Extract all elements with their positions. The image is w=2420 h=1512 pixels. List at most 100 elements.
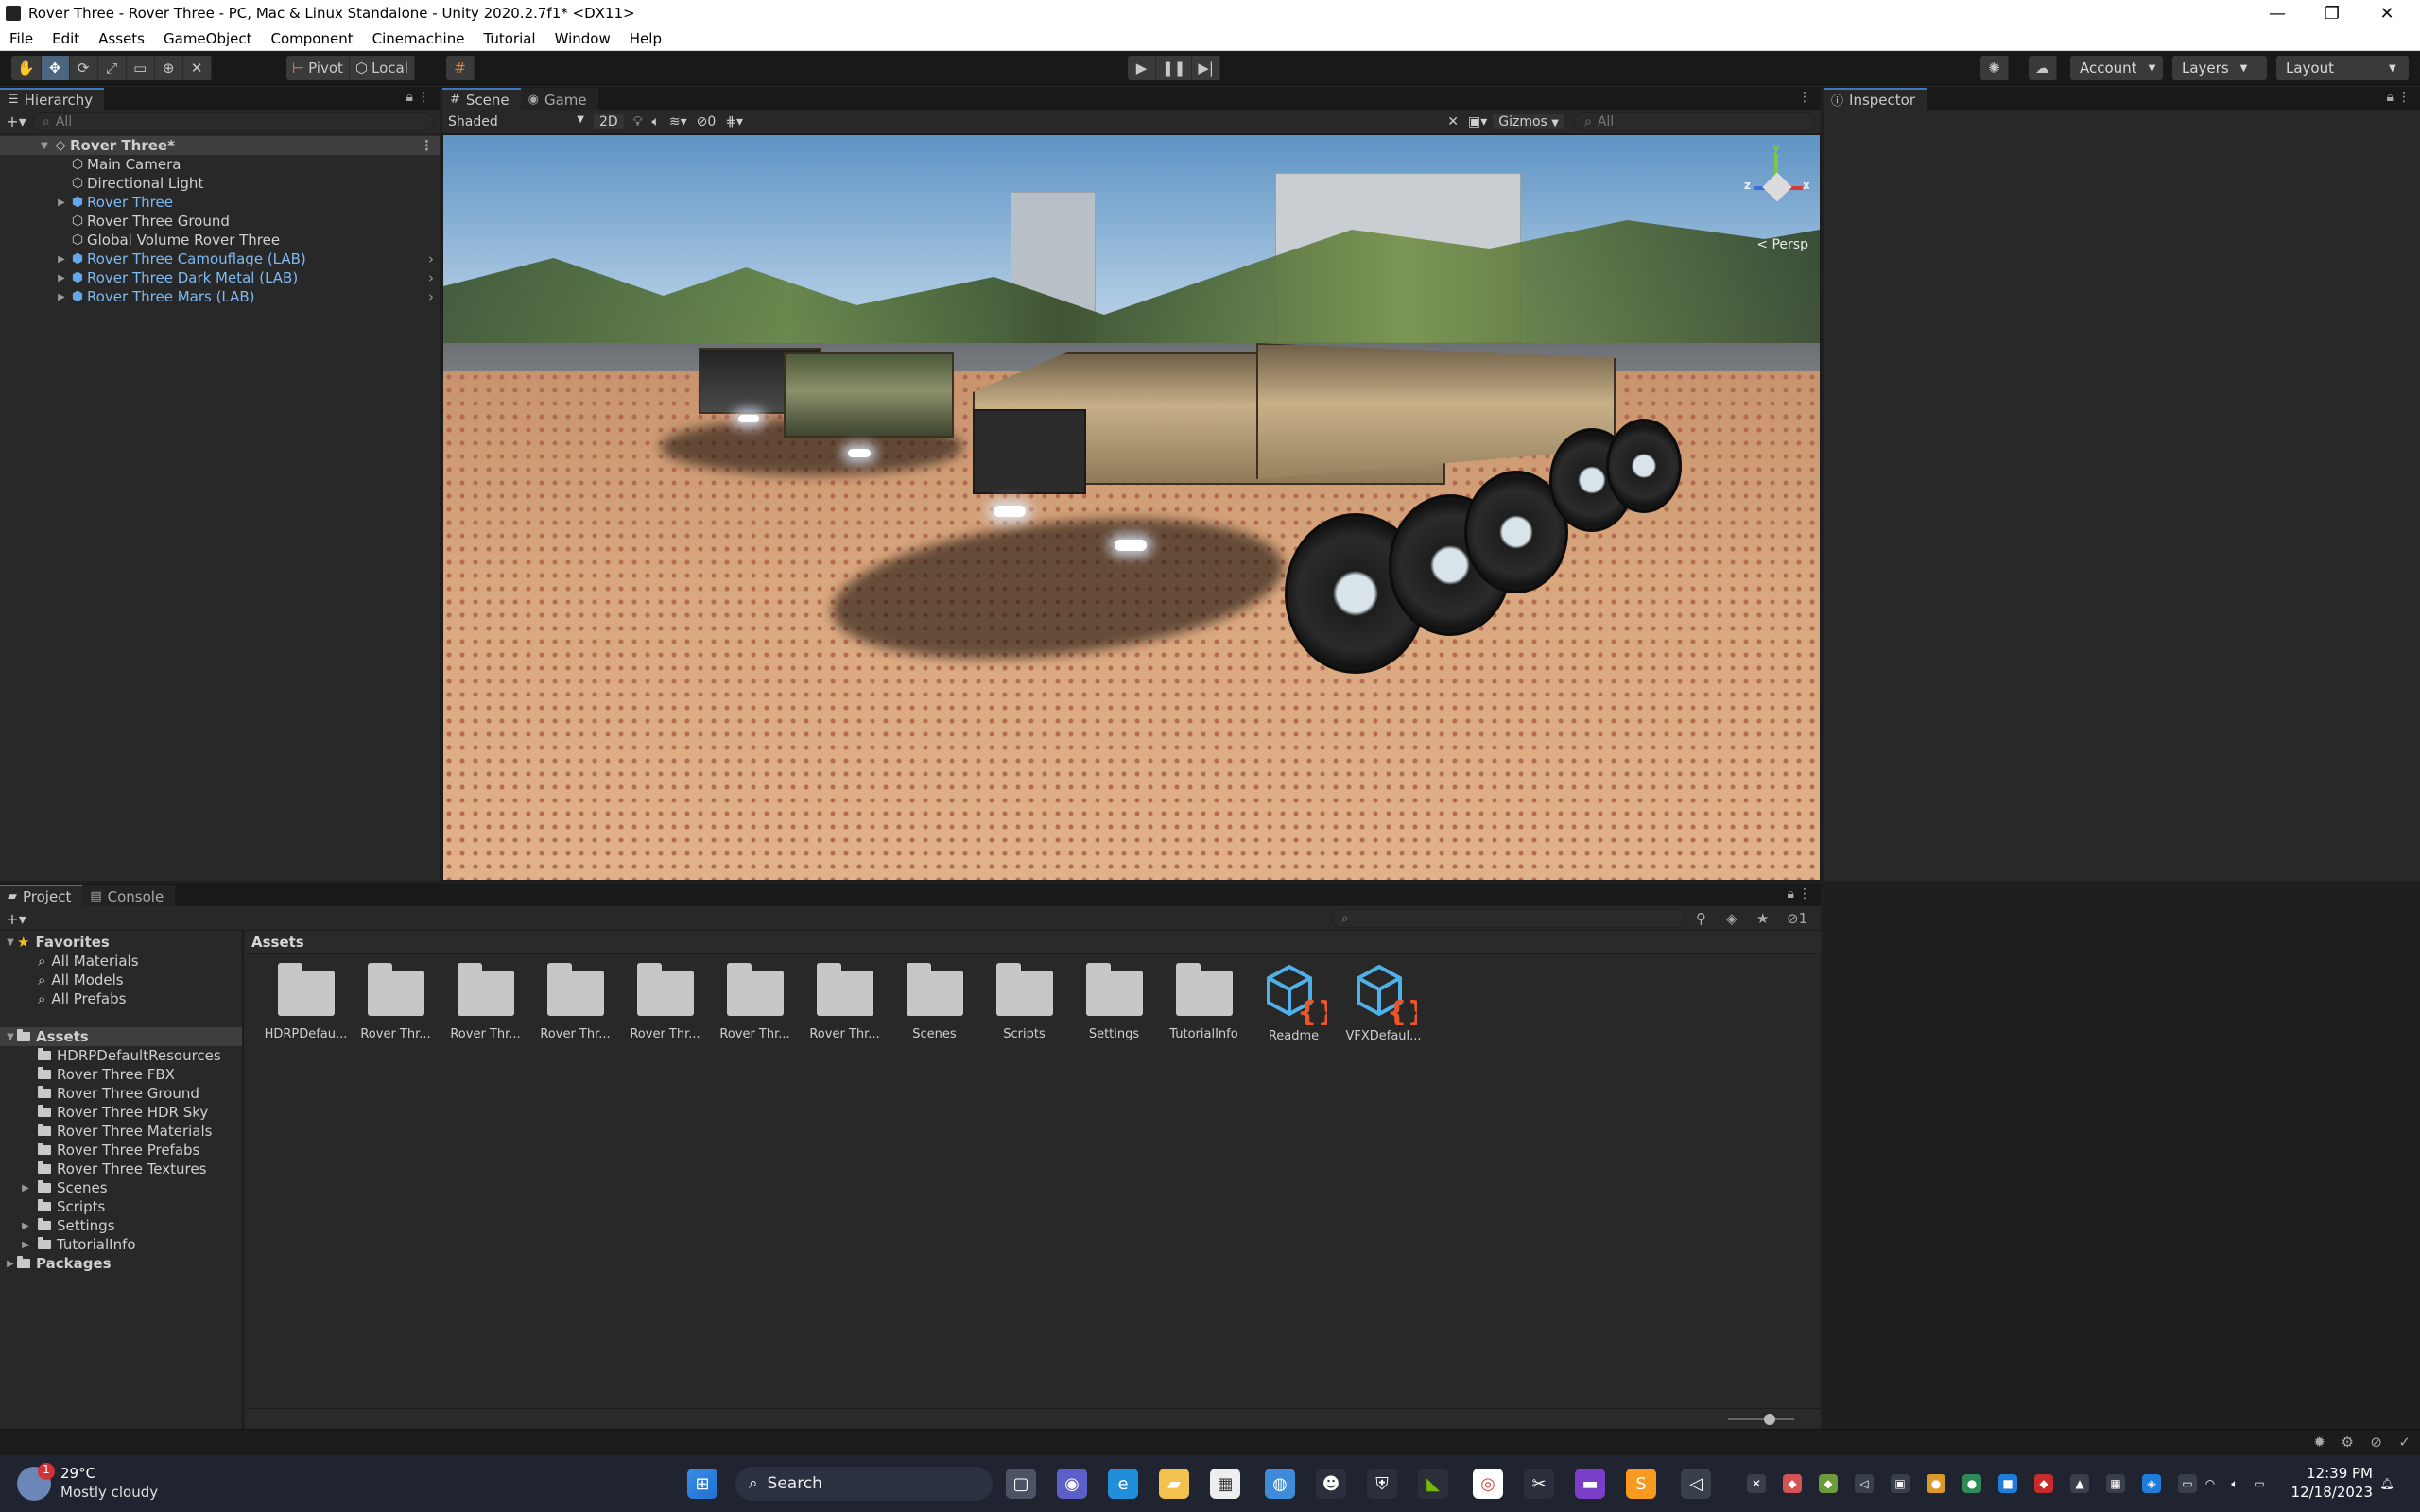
xbox-icon[interactable]: ✕ bbox=[1747, 1474, 1766, 1493]
close-button[interactable]: ✕ bbox=[2360, 0, 2414, 26]
asset-file-tile[interactable]: {} VFXDefaul... bbox=[1339, 963, 1428, 1043]
hierarchy-item-prefab[interactable]: ▶ ⬢ Rover Three bbox=[0, 193, 440, 212]
gizmo-cube[interactable] bbox=[1762, 172, 1792, 202]
breadcrumb-assets[interactable]: Assets bbox=[251, 934, 304, 951]
grid-snap-icon[interactable]: # bbox=[446, 56, 475, 80]
assets-section[interactable]: ▼ Assets bbox=[0, 1027, 242, 1046]
asset-folder[interactable]: Rover Three FBX bbox=[0, 1065, 242, 1084]
tray-app-icon[interactable]: ▦ bbox=[2106, 1474, 2125, 1493]
scene-row[interactable]: ▼ ◇ Rover Three* ⋮ bbox=[0, 136, 440, 155]
expand-arrow-icon[interactable]: ▼ bbox=[4, 937, 17, 948]
start-button[interactable]: ⊞ bbox=[687, 1469, 717, 1499]
asset-folder-tile[interactable]: TutorialInfo bbox=[1159, 963, 1249, 1043]
hierarchy-item[interactable]: ⬡ Main Camera bbox=[0, 155, 440, 174]
hierarchy-item-prefab[interactable]: ▶ ⬢ Rover Three Camouflage (LAB) › bbox=[0, 249, 440, 268]
asset-folder-tile[interactable]: Rover Thr... bbox=[441, 963, 530, 1043]
search-by-type-icon[interactable]: ⚲ bbox=[1696, 910, 1706, 927]
clock-time[interactable]: 12:39 PM bbox=[2288, 1465, 2373, 1482]
file-explorer-icon[interactable]: ▰ bbox=[1159, 1469, 1189, 1499]
zoom-slider-handle[interactable] bbox=[1764, 1414, 1775, 1425]
asset-folder[interactable]: Rover Three Prefabs bbox=[0, 1141, 242, 1160]
scale-tool-icon[interactable]: ⤢ bbox=[98, 56, 127, 80]
asset-folder[interactable]: HDRPDefaultResources bbox=[0, 1046, 242, 1065]
unity-taskbar-icon[interactable]: ◁ bbox=[1681, 1469, 1711, 1499]
snipping-tool-icon[interactable]: ✂ bbox=[1524, 1469, 1554, 1499]
chevron-right-icon[interactable]: › bbox=[428, 288, 434, 305]
play-button[interactable]: ▶ bbox=[1128, 56, 1156, 80]
asset-folder-tile[interactable]: HDRPDefau... bbox=[261, 963, 351, 1043]
asset-folder[interactable]: ▶ TutorialInfo bbox=[0, 1235, 242, 1254]
expand-arrow-icon[interactable]: ▶ bbox=[4, 1259, 17, 1269]
favorite-item[interactable]: ⌕ All Prefabs bbox=[0, 989, 242, 1008]
tab-project[interactable]: ▰ Project bbox=[0, 885, 83, 906]
favorite-item[interactable]: ⌕ All Materials bbox=[0, 952, 242, 971]
local-toggle[interactable]: ⬡ Local bbox=[350, 56, 415, 80]
zoom-slider-track[interactable] bbox=[1728, 1418, 1794, 1420]
auto-generate-lighting-icon[interactable]: ⊘ bbox=[2370, 1434, 2382, 1451]
weather-desc[interactable]: Mostly cloudy bbox=[60, 1484, 158, 1501]
favorite-star-icon[interactable]: ★ bbox=[1756, 910, 1769, 927]
clipchamp-icon[interactable]: ▬ bbox=[1575, 1469, 1605, 1499]
globe-icon[interactable]: ◍ bbox=[1265, 1469, 1295, 1499]
tray-app-icon[interactable]: ◆ bbox=[2034, 1474, 2053, 1493]
task-view-icon[interactable]: ▢ bbox=[1006, 1469, 1036, 1499]
menu-gameobject[interactable]: GameObject bbox=[154, 30, 262, 47]
tray-app-icon[interactable]: ▣ bbox=[1891, 1474, 1910, 1493]
step-button[interactable]: ▶| bbox=[1192, 56, 1221, 80]
menu-tutorial[interactable]: Tutorial bbox=[474, 30, 544, 47]
tab-console[interactable]: ▤ Console bbox=[82, 885, 176, 906]
menu-file[interactable]: File bbox=[0, 30, 43, 47]
maximize-button[interactable]: ❐ bbox=[2305, 0, 2360, 26]
asset-folder-tile[interactable]: Scenes bbox=[890, 963, 979, 1043]
nvidia-icon[interactable]: ◣ bbox=[1418, 1469, 1448, 1499]
expand-arrow-icon[interactable]: ▼ bbox=[4, 1032, 17, 1042]
asset-folder[interactable]: Rover Three Ground bbox=[0, 1084, 242, 1103]
weather-temp[interactable]: 29°C bbox=[60, 1465, 95, 1482]
asset-folder[interactable]: Rover Three Materials bbox=[0, 1122, 242, 1141]
rotate-tool-icon[interactable]: ⟳ bbox=[70, 56, 98, 80]
minimize-button[interactable]: — bbox=[2250, 0, 2305, 26]
expand-arrow-icon[interactable]: ▶ bbox=[19, 1183, 32, 1194]
menu-edit[interactable]: Edit bbox=[43, 30, 89, 47]
2d-toggle[interactable]: 2D bbox=[594, 113, 624, 129]
tab-inspector[interactable]: ⓘ Inspector bbox=[1824, 88, 1927, 110]
tray-app-icon[interactable]: ◈ bbox=[2142, 1474, 2161, 1493]
menu-cinemachine[interactable]: Cinemachine bbox=[363, 30, 475, 47]
expand-arrow-icon[interactable]: ▶ bbox=[55, 254, 68, 265]
hierarchy-search-input[interactable]: ⌕ All bbox=[32, 112, 434, 131]
hierarchy-item[interactable]: ⬡ Global Volume Rover Three bbox=[0, 231, 440, 249]
menu-help[interactable]: Help bbox=[620, 30, 671, 47]
lock-icon[interactable]: 🔒︎ bbox=[2387, 90, 2394, 105]
asset-file-tile[interactable]: {} Readme bbox=[1249, 963, 1339, 1043]
projection-label[interactable]: < Persp bbox=[1756, 237, 1808, 252]
expand-arrow-icon[interactable]: ▶ bbox=[19, 1221, 32, 1231]
menu-component[interactable]: Component bbox=[262, 30, 363, 47]
battery-icon[interactable]: ▭ bbox=[2250, 1474, 2269, 1493]
layout-dropdown[interactable]: Layout ▼ bbox=[2276, 56, 2409, 80]
tray-app-icon[interactable]: ● bbox=[1962, 1474, 1981, 1493]
menu-assets[interactable]: Assets bbox=[89, 30, 154, 47]
asset-folder[interactable]: ▶ Settings bbox=[0, 1216, 242, 1235]
hierarchy-item-prefab[interactable]: ▶ ⬢ Rover Three Dark Metal (LAB) › bbox=[0, 268, 440, 287]
asset-folder-tile[interactable]: Rover Thr... bbox=[530, 963, 620, 1043]
cloud-icon[interactable]: ☁ bbox=[2029, 56, 2057, 80]
orientation-gizmo[interactable]: y x z bbox=[1744, 141, 1810, 245]
panel-menu-icon[interactable]: ⋮ bbox=[2397, 90, 2411, 105]
clock-date[interactable]: 12/18/2023 bbox=[2288, 1484, 2373, 1501]
lock-icon[interactable]: 🔒︎ bbox=[406, 90, 413, 105]
expand-arrow-icon[interactable]: ▼ bbox=[38, 141, 51, 151]
scene-viewport[interactable]: y x z < Persp bbox=[442, 134, 1821, 881]
visual-studio-icon[interactable]: ◁ bbox=[1855, 1474, 1874, 1493]
tray-app-icon[interactable]: ▭ bbox=[2178, 1474, 2197, 1493]
hidden-packages-icon[interactable]: ⊘1 bbox=[1787, 910, 1807, 927]
favorite-item[interactable]: ⌕ All Models bbox=[0, 971, 242, 989]
tray-app-icon[interactable]: ▲ bbox=[2070, 1474, 2089, 1493]
edge-icon[interactable]: e bbox=[1108, 1469, 1138, 1499]
shield-app-icon[interactable]: ⛨ bbox=[1367, 1469, 1397, 1499]
create-asset-button[interactable]: +▾ bbox=[0, 910, 32, 928]
asset-folder-tile[interactable]: Rover Thr... bbox=[620, 963, 710, 1043]
pivot-toggle[interactable]: ⊢ Pivot bbox=[286, 56, 350, 80]
project-search-input[interactable]: ⌕ bbox=[1331, 909, 1685, 928]
account-dropdown[interactable]: Account ▼ bbox=[2070, 56, 2163, 80]
scene-search-input[interactable]: ⌕ All bbox=[1574, 112, 1815, 131]
